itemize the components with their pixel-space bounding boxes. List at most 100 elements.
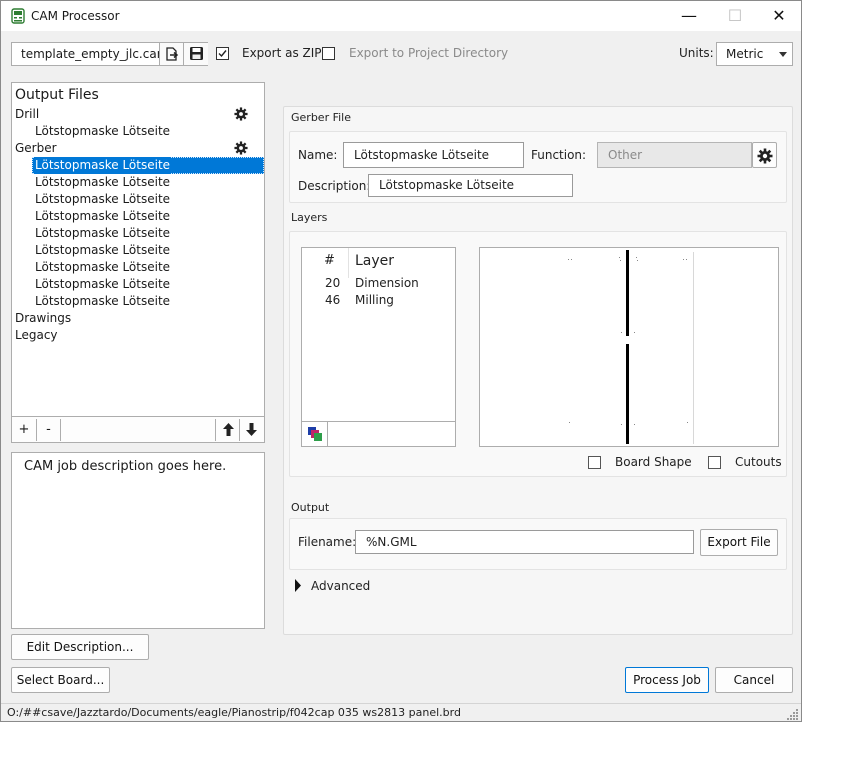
- tree-output-item[interactable]: Lötstopmaske Lötseite: [12, 225, 264, 242]
- close-icon: ✕: [772, 6, 786, 25]
- layers-group-title: Layers: [291, 211, 328, 224]
- gear-icon[interactable]: [234, 141, 248, 155]
- window-title: CAM Processor: [31, 9, 120, 23]
- name-label: Name:: [298, 148, 338, 162]
- output-files-toolbar: + -: [12, 416, 264, 442]
- tree-item-label: Lötstopmaske Lötseite: [35, 226, 171, 240]
- layer-preview: [479, 247, 779, 447]
- export-project-dir-label: Export to Project Directory: [349, 46, 509, 60]
- tree-item-label: Lötstopmaske Lötseite: [35, 175, 171, 189]
- save-icon: [190, 47, 203, 60]
- close-button[interactable]: ✕: [756, 1, 802, 31]
- advanced-label: Advanced: [311, 579, 371, 593]
- app-icon: [11, 8, 25, 24]
- cutouts-label: Cutouts: [735, 455, 782, 469]
- units-label: Units:: [679, 46, 714, 60]
- gerber-file-group-title: Gerber File: [291, 111, 351, 124]
- save-template-button[interactable]: [183, 43, 208, 65]
- status-bar: O:/##csave/Jazztardo/Documents/eagle/Pia…: [1, 703, 801, 721]
- export-project-dir-checkbox[interactable]: [322, 47, 335, 60]
- cancel-button[interactable]: Cancel: [715, 667, 793, 693]
- tree-item-label: Drill: [15, 107, 40, 121]
- template-selector[interactable]: template_empty_jlc.cam: [11, 42, 208, 66]
- tree-output-item[interactable]: Lötstopmaske Lötseite: [12, 123, 264, 140]
- tree-item-label: Drawings: [15, 311, 72, 325]
- export-template-button[interactable]: [159, 43, 183, 65]
- tree-item-label: Lötstopmaske Lötseite: [35, 192, 171, 206]
- select-board-button[interactable]: Select Board...: [11, 667, 110, 693]
- cam-job-description-text: CAM job description goes here.: [24, 459, 227, 474]
- tree-item-label: Lötstopmaske Lötseite: [35, 277, 171, 291]
- output-files-panel: Output Files Drill Lötstopmaske Lötseite G…: [11, 82, 265, 443]
- status-path: O:/##csave/Jazztardo/Documents/eagle/Pia…: [7, 706, 461, 719]
- layer-name: Milling: [355, 293, 394, 307]
- chevron-down-icon: [779, 52, 787, 57]
- process-job-button[interactable]: Process Job: [625, 667, 709, 693]
- layers-toolbar: [302, 421, 455, 446]
- tree-item-label: Lötstopmaske Lötseite: [35, 209, 171, 223]
- tree-output-item[interactable]: Lötstopmaske Lötseite: [12, 157, 264, 174]
- tree-item-label: Gerber: [15, 141, 57, 155]
- tree-output-item[interactable]: Lötstopmaske Lötseite: [12, 259, 264, 276]
- layer-number: 20: [325, 276, 341, 290]
- tree-item-label: Lötstopmaske Lötseite: [35, 260, 171, 274]
- export-icon: [166, 47, 179, 61]
- move-up-button[interactable]: [215, 419, 240, 441]
- function-label: Function:: [531, 148, 587, 162]
- board-shape-checkbox[interactable]: [588, 456, 601, 469]
- cam-processor-window: CAM Processor — ☐ ✕ template_empty_jlc.c…: [0, 0, 802, 722]
- gear-icon: [757, 148, 773, 164]
- tree-item-label: Lötstopmaske Lötseite: [35, 124, 171, 138]
- arrow-down-icon: [246, 423, 257, 436]
- template-name: template_empty_jlc.cam: [21, 47, 159, 61]
- layer-name: Dimension: [355, 276, 419, 290]
- units-select[interactable]: Metric: [716, 42, 793, 66]
- board-preview-graphic: [568, 250, 694, 444]
- tree-output-item[interactable]: Lötstopmaske Lötseite: [12, 242, 264, 259]
- add-output-button[interactable]: +: [12, 419, 37, 441]
- tree-group-item[interactable]: Gerber: [12, 140, 264, 157]
- tree-output-item[interactable]: Lötstopmaske Lötseite: [12, 293, 264, 310]
- description-label: Description:: [298, 179, 371, 193]
- gear-icon[interactable]: [234, 107, 248, 121]
- layers-col-layer: Layer: [355, 253, 395, 269]
- name-input[interactable]: Lötstopmaske Lötseite: [343, 142, 524, 168]
- cutouts-checkbox[interactable]: [708, 456, 721, 469]
- resize-grip-icon[interactable]: [787, 708, 799, 720]
- tree-output-item[interactable]: Lötstopmaske Lötseite: [12, 276, 264, 293]
- tree-output-item[interactable]: Lötstopmaske Lötseite: [12, 191, 264, 208]
- output-group-title: Output: [291, 501, 330, 514]
- layer-color-button[interactable]: [302, 422, 328, 446]
- description-input[interactable]: Lötstopmaske Lötseite: [368, 174, 573, 197]
- chevron-right-icon: [295, 579, 301, 592]
- export-file-button[interactable]: Export File: [700, 529, 778, 556]
- layer-row[interactable]: 46 Milling: [302, 292, 455, 309]
- minimize-button[interactable]: —: [666, 1, 712, 31]
- layers-list[interactable]: # Layer 20 Dimension 46 Milling: [301, 247, 456, 447]
- board-shape-label: Board Shape: [615, 455, 692, 469]
- layer-row[interactable]: 20 Dimension: [302, 275, 455, 292]
- tree-item-label: Legacy: [15, 328, 58, 342]
- function-select[interactable]: Other: [597, 142, 752, 168]
- cam-job-description-box[interactable]: CAM job description goes here.: [11, 452, 265, 629]
- tree-group-item[interactable]: Legacy: [12, 327, 264, 344]
- arrow-up-icon: [223, 423, 234, 436]
- tree-group-item[interactable]: Drawings: [12, 310, 264, 327]
- edit-description-button[interactable]: Edit Description...: [11, 634, 149, 660]
- title-bar: CAM Processor — ☐ ✕: [1, 1, 801, 31]
- tree-output-item[interactable]: Lötstopmaske Lötseite: [12, 174, 264, 191]
- function-settings-button[interactable]: [752, 142, 777, 168]
- export-zip-checkbox[interactable]: [216, 47, 229, 60]
- filename-label: Filename:: [298, 535, 357, 549]
- column-divider: [348, 248, 349, 278]
- tree-item-label: Lötstopmaske Lötseite: [35, 157, 171, 174]
- maximize-button[interactable]: ☐: [712, 1, 758, 31]
- minimize-icon: —: [681, 6, 697, 25]
- tree-item-label: Lötstopmaske Lötseite: [35, 243, 171, 257]
- tree-group-item[interactable]: Drill: [12, 106, 264, 123]
- remove-output-button[interactable]: -: [37, 419, 61, 441]
- tree-output-item[interactable]: Lötstopmaske Lötseite: [12, 208, 264, 225]
- move-down-button[interactable]: [240, 419, 264, 441]
- tree-item-label: Lötstopmaske Lötseite: [35, 294, 171, 308]
- filename-input[interactable]: %N.GML: [355, 530, 694, 554]
